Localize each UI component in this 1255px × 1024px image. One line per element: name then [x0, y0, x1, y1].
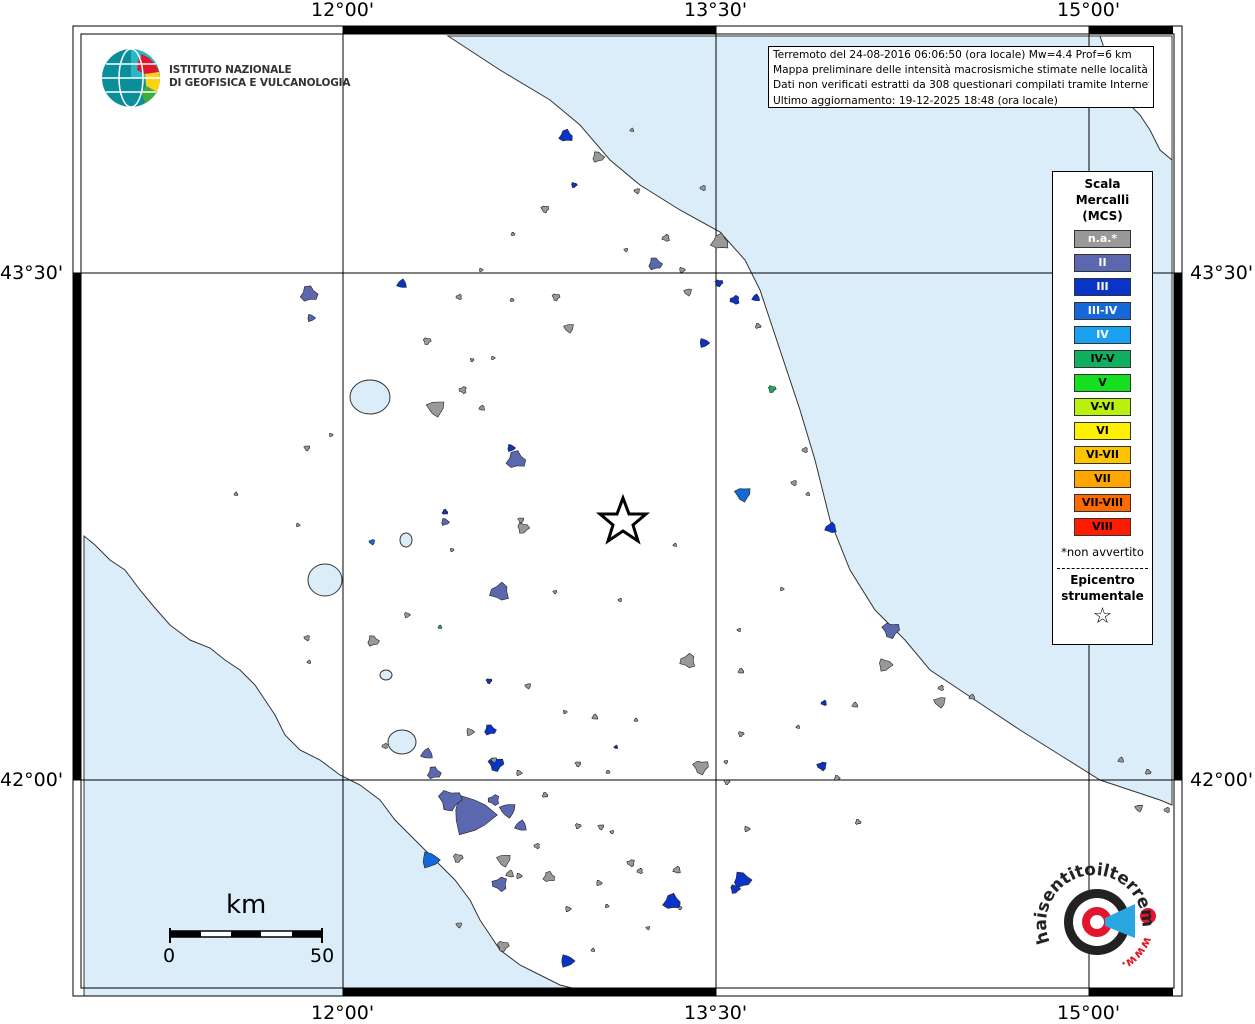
legend-epicenter-1: Epicentro — [1070, 573, 1135, 587]
legend-item-0: n.a.* — [1074, 230, 1131, 248]
legend-item-4: IV — [1074, 326, 1131, 344]
ingv-line-2: DI GEOFISICA E VULCANOLOGIA — [169, 77, 351, 89]
scale-bar-unit: km — [226, 890, 267, 920]
lon-label-top-1: 12°00' — [311, 0, 375, 21]
lat-label-left-1: 43°30' — [0, 262, 64, 284]
mcs-legend: Scala Mercalli (MCS) n.a.* II III III-IV IV I… — [1052, 171, 1153, 645]
legend-item-9: VI-VII — [1074, 446, 1131, 464]
legend-item-6: V — [1074, 374, 1131, 392]
legend-note: *non avvertito — [1061, 545, 1144, 559]
legend-title-2: Mercalli — [1075, 193, 1130, 207]
ingv-name: ISTITUTO NAZIONALE DI GEOFISICA E VULCAN… — [169, 64, 350, 90]
lat-label-right-1: 43°30' — [1190, 262, 1254, 284]
lon-label-top-2: 13°30' — [684, 0, 748, 21]
lake-bolsena — [307, 563, 343, 597]
scale-bar-max: 50 — [310, 945, 335, 967]
legend-item-8: VI — [1074, 422, 1131, 440]
legend-item-7: V-VI — [1074, 398, 1131, 416]
lon-label-bottom-2: 13°30' — [684, 1002, 748, 1024]
ingv-globe-icon — [102, 48, 160, 108]
legend-title: Scala Mercalli (MCS) — [1053, 176, 1152, 224]
legend-item-1: II — [1074, 254, 1131, 272]
lon-label-bottom-3: 15°00' — [1057, 1002, 1121, 1024]
legend-epicenter-label: Epicentro strumentale — [1053, 572, 1152, 604]
lake-bracciano — [387, 729, 417, 755]
legend-divider — [1057, 568, 1148, 569]
legend-item-11: VII-VIII — [1074, 494, 1131, 512]
scale-bar-min: 0 — [163, 945, 176, 967]
legend-epicenter-2: strumentale — [1061, 589, 1144, 603]
ingv-line-1: ISTITUTO NAZIONALE — [169, 64, 292, 76]
legend-item-12: VIII — [1074, 518, 1131, 536]
lat-label-left-2: 42°00' — [0, 769, 64, 791]
legend-star-icon: ☆ — [1092, 604, 1113, 629]
haisentito-www: www. — [1120, 935, 1156, 973]
lat-label-right-2: 42°00' — [1190, 769, 1254, 791]
lon-label-top-3: 15°00' — [1057, 0, 1121, 21]
haisentito-logo: haisentitoilterremoto.it www. — [1030, 850, 1158, 973]
legend-title-3: (MCS) — [1082, 209, 1123, 223]
event-info-line-1: Terremoto del 24-08-2016 06:06:50 (ora l… — [773, 49, 1132, 61]
legend-title-1: Scala — [1084, 177, 1121, 191]
event-info-box: Terremoto del 24-08-2016 06:06:50 (ora l… — [768, 46, 1154, 108]
legend-item-3: III-IV — [1074, 302, 1131, 320]
legend-item-10: VII — [1074, 470, 1131, 488]
lake-small — [399, 532, 413, 548]
event-info-line-3: Dati non verificati estratti da 308 ques… — [773, 79, 1149, 92]
lake-trasimeno — [349, 379, 391, 415]
legend-item-2: III — [1074, 278, 1131, 296]
event-info-line-4: Ultimo aggiornamento: 19-12-2025 18:48 (… — [773, 94, 1058, 107]
lon-label-bottom-1: 12°00' — [311, 1002, 375, 1024]
event-info-line-2: Mappa preliminare delle intensità macros… — [773, 64, 1148, 77]
legend-item-5: IV-V — [1074, 350, 1131, 368]
lake-vico — [379, 669, 393, 681]
